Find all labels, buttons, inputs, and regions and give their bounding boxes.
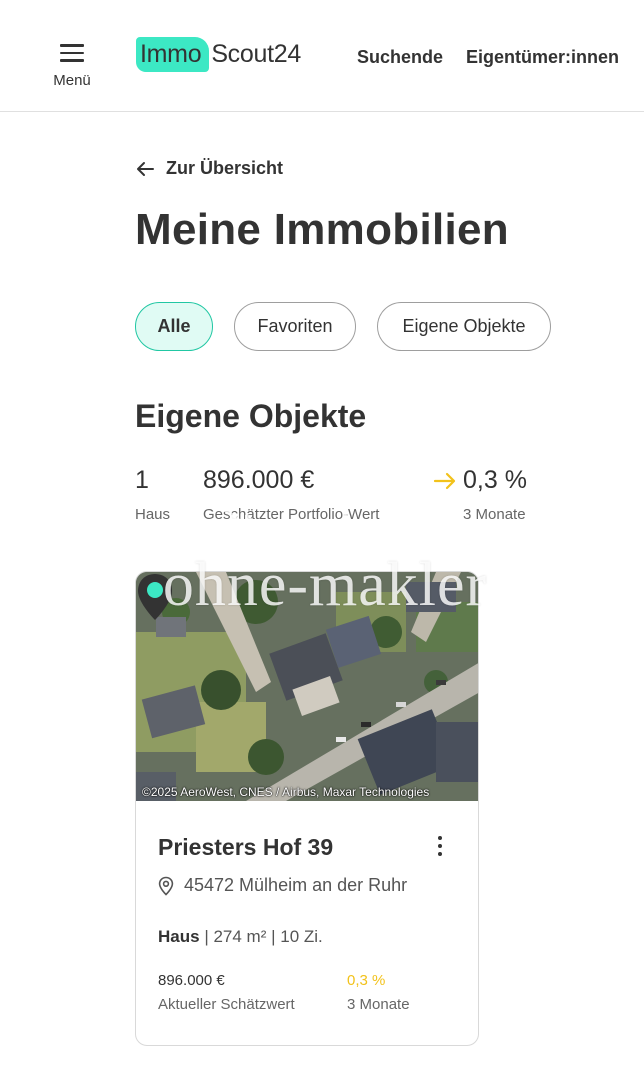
filter-eigene-objekte[interactable]: Eigene Objekte (377, 302, 551, 351)
stat-portfolio-value: 896.000 € (203, 466, 315, 494)
nav-link-suchende[interactable]: Suchende (357, 47, 443, 68)
logo-immo-part: Immo (136, 36, 210, 72)
estimate-label: Aktueller Schätzwert (158, 996, 295, 1013)
immoscout24-logo[interactable]: Immo Scout24 (136, 35, 301, 73)
property-card[interactable]: ©2025 AeroWest, CNES / Airbus, Maxar Tec… (135, 571, 479, 1046)
stat-portfolio-label: Geschätzter Portfolio-Wert (203, 506, 380, 523)
property-rooms: 10 Zi. (280, 927, 323, 946)
filter-favoriten[interactable]: Favoriten (234, 302, 356, 351)
trend-label: 3 Monate (347, 996, 410, 1013)
back-link-label: Zur Übersicht (166, 158, 284, 178)
back-to-overview-link[interactable]: Zur Übersicht (136, 158, 283, 179)
stat-trend-label: 3 Monate (463, 506, 526, 523)
property-type: Haus (158, 927, 200, 946)
property-area: 274 m² (213, 927, 267, 946)
address-text: 45472 Mülheim an der Ruhr (184, 875, 408, 895)
page-title: Meine Immobilien (135, 205, 509, 254)
arrow-left-icon (137, 161, 154, 176)
spec-divider: | (271, 927, 281, 946)
location-pin-icon (138, 574, 172, 620)
trend-value: 0,3 % (347, 972, 386, 989)
hamburger-icon (60, 44, 84, 62)
site-header: Menü Immo Scout24 Suchende Eigentümer:in… (0, 0, 644, 112)
stat-count-label: Haus (135, 506, 171, 523)
nav-link-eigentuemer[interactable]: Eigentümer:innen (466, 47, 619, 68)
more-options-icon[interactable] (432, 836, 448, 862)
map-credit: ©2025 AeroWest, CNES / Airbus, Maxar Tec… (142, 785, 430, 799)
stat-count-value: 1 (135, 466, 149, 494)
estimate-value: 896.000 € (158, 972, 225, 989)
menu-button[interactable]: Menü (46, 40, 98, 92)
section-title: Eigene Objekte (135, 398, 367, 434)
filter-alle[interactable]: Alle (135, 302, 213, 351)
property-map[interactable]: ©2025 AeroWest, CNES / Airbus, Maxar Tec… (136, 572, 478, 801)
location-icon (158, 876, 174, 896)
stat-trend-value: 0,3 % (463, 466, 527, 494)
property-specs: Haus | 274 m² | 10 Zi. (158, 927, 323, 947)
menu-label: Menü (53, 72, 91, 89)
logo-scout-part: Scout24 (211, 39, 301, 68)
arrow-right-icon (433, 472, 456, 490)
property-title: Priesters Hof 39 (158, 834, 334, 860)
satellite-image (136, 572, 478, 801)
property-address: 45472 Mülheim an der Ruhr (158, 875, 407, 896)
